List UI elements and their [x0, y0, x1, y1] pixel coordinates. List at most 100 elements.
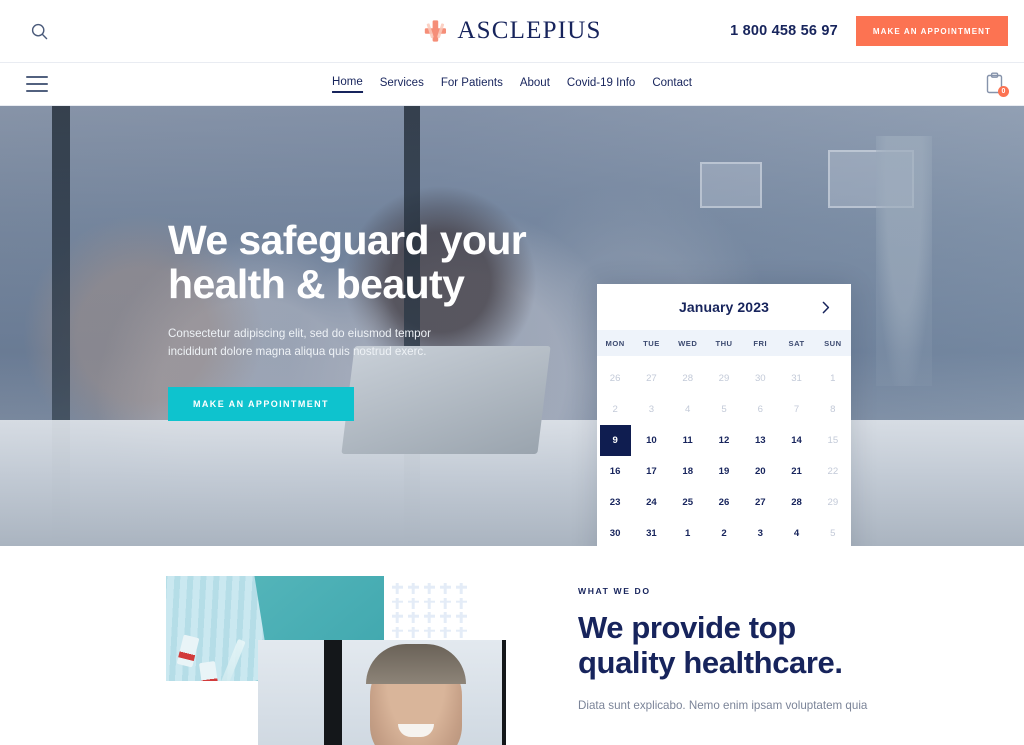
hamburger-line: [26, 83, 48, 85]
search-icon: [31, 23, 47, 39]
calendar-day[interactable]: 30: [597, 518, 633, 546]
cross-dot: [454, 610, 468, 623]
calendar-day[interactable]: 14: [778, 425, 814, 456]
calendar-next-month-button[interactable]: [817, 298, 835, 316]
calendar-day[interactable]: 20: [742, 456, 778, 487]
calendar-day[interactable]: 18: [670, 456, 706, 487]
top-bar-right: 1 800 458 56 97 MAKE AN APPOINTMENT: [730, 16, 1008, 46]
hamburger-menu-icon[interactable]: [26, 76, 48, 92]
calendar-day[interactable]: 10: [633, 425, 669, 456]
calendar-day[interactable]: 2: [706, 518, 742, 546]
calendar-day[interactable]: 3: [742, 518, 778, 546]
chevron-right-icon: [822, 301, 830, 313]
doctor-portrait-photo: [258, 640, 506, 745]
hero-make-an-appointment-button[interactable]: MAKE AN APPOINTMENT: [168, 387, 354, 422]
weekday-thu: THU: [715, 338, 733, 348]
main-navigation-bar: Home Services For Patients About Covid-1…: [0, 62, 1024, 106]
calendar-day[interactable]: 1: [815, 363, 851, 394]
hero-title-line-2: health & beauty: [168, 261, 465, 308]
weekday-sat: SAT: [788, 338, 805, 348]
calendar-day[interactable]: 15: [815, 425, 851, 456]
calendar-day[interactable]: 16: [597, 456, 633, 487]
calendar-day[interactable]: 12: [706, 425, 742, 456]
section-eyebrow: WHAT WE DO: [578, 586, 651, 596]
nav-item-services[interactable]: Services: [380, 77, 424, 92]
calendar-day[interactable]: 21: [778, 456, 814, 487]
brand-name: ASCLEPIUS: [457, 17, 602, 44]
cross-dot: [454, 596, 468, 609]
hero-section: We safeguard your health & beauty Consec…: [0, 106, 1024, 546]
calendar-day[interactable]: 30: [742, 363, 778, 394]
portrait-hair: [366, 644, 466, 684]
search-button[interactable]: [24, 16, 54, 46]
calendar-day[interactable]: 7: [778, 394, 814, 425]
calendar-weekday-header: MON TUE WED THU FRI SAT SUN: [597, 330, 851, 356]
calendar-day[interactable]: 1: [670, 518, 706, 546]
phone-number[interactable]: 1 800 458 56 97: [730, 23, 838, 39]
make-an-appointment-button[interactable]: MAKE AN APPOINTMENT: [855, 16, 1008, 46]
cross-dot: [422, 625, 436, 638]
cross-dot: [390, 625, 404, 638]
calendar-day[interactable]: 23: [597, 487, 633, 518]
appointment-cart-button[interactable]: 0: [984, 72, 1009, 97]
top-bar: ASCLEPIUS 1 800 458 56 97 MAKE AN APPOIN…: [0, 0, 1024, 62]
cross-dot: [390, 610, 404, 623]
calendar-day-selected[interactable]: 9: [599, 425, 631, 456]
calendar-day[interactable]: 27: [633, 363, 669, 394]
section-title-line-1: We provide top: [578, 610, 796, 645]
cross-dot: [454, 625, 468, 638]
face-mask-image: [166, 576, 271, 681]
calendar-day[interactable]: 5: [706, 394, 742, 425]
cross-dot: [406, 581, 420, 594]
what-we-do-section: WHAT WE DO We provide top quality health…: [0, 546, 1024, 745]
nav-item-about[interactable]: About: [520, 77, 550, 92]
calendar-day[interactable]: 25: [670, 487, 706, 518]
calendar-day[interactable]: 2: [597, 394, 633, 425]
calendar-day[interactable]: 29: [706, 363, 742, 394]
hamburger-line: [26, 90, 48, 92]
calendar-day[interactable]: 17: [633, 456, 669, 487]
calendar-day[interactable]: 31: [633, 518, 669, 546]
weekday-mon: MON: [605, 338, 625, 348]
medical-cross-icon: [422, 18, 448, 44]
calendar-day[interactable]: 3: [633, 394, 669, 425]
nav-item-home[interactable]: Home: [332, 76, 363, 93]
calendar-day[interactable]: 8: [815, 394, 851, 425]
portrait-backdrop-right: [502, 640, 506, 745]
calendar-day[interactable]: 27: [742, 487, 778, 518]
cross-dot: [422, 610, 436, 623]
cross-dot: [390, 581, 404, 594]
cross-dot: [406, 625, 420, 638]
hero-title: We safeguard your health & beauty: [168, 218, 548, 307]
nav-item-for-patients[interactable]: For Patients: [441, 77, 503, 92]
calendar-day[interactable]: 19: [706, 456, 742, 487]
calendar-day[interactable]: 29: [815, 487, 851, 518]
nav-item-covid-19-info[interactable]: Covid-19 Info: [567, 77, 635, 92]
nav-item-contact[interactable]: Contact: [652, 77, 692, 92]
calendar-day[interactable]: 26: [597, 363, 633, 394]
hero-subtitle: Consectetur adipiscing elit, sed do eius…: [168, 326, 431, 359]
hero-anatomy-model: [876, 136, 932, 386]
calendar-month-label: January 2023: [679, 299, 769, 315]
cross-dot: [422, 596, 436, 609]
calendar-day[interactable]: 6: [742, 394, 778, 425]
calendar-day[interactable]: 26: [706, 487, 742, 518]
calendar-day[interactable]: 4: [778, 518, 814, 546]
hamburger-line: [26, 76, 48, 78]
calendar-day[interactable]: 5: [815, 518, 851, 546]
section-title-line-2: quality healthcare.: [578, 645, 843, 681]
calendar-day[interactable]: 28: [778, 487, 814, 518]
calendar-day[interactable]: 4: [670, 394, 706, 425]
calendar-day[interactable]: 22: [815, 456, 851, 487]
calendar-day[interactable]: 11: [670, 425, 706, 456]
calendar-day[interactable]: 31: [778, 363, 814, 394]
calendar-day[interactable]: 13: [742, 425, 778, 456]
weekday-wed: WED: [678, 338, 698, 348]
calendar-header: January 2023: [597, 284, 851, 330]
calendar-day[interactable]: 24: [633, 487, 669, 518]
calendar-day[interactable]: 28: [670, 363, 706, 394]
hero-content: We safeguard your health & beauty Consec…: [168, 218, 548, 422]
brand-logo[interactable]: ASCLEPIUS: [422, 17, 601, 45]
cross-dot: [406, 610, 420, 623]
weekday-sun: SUN: [824, 338, 842, 348]
